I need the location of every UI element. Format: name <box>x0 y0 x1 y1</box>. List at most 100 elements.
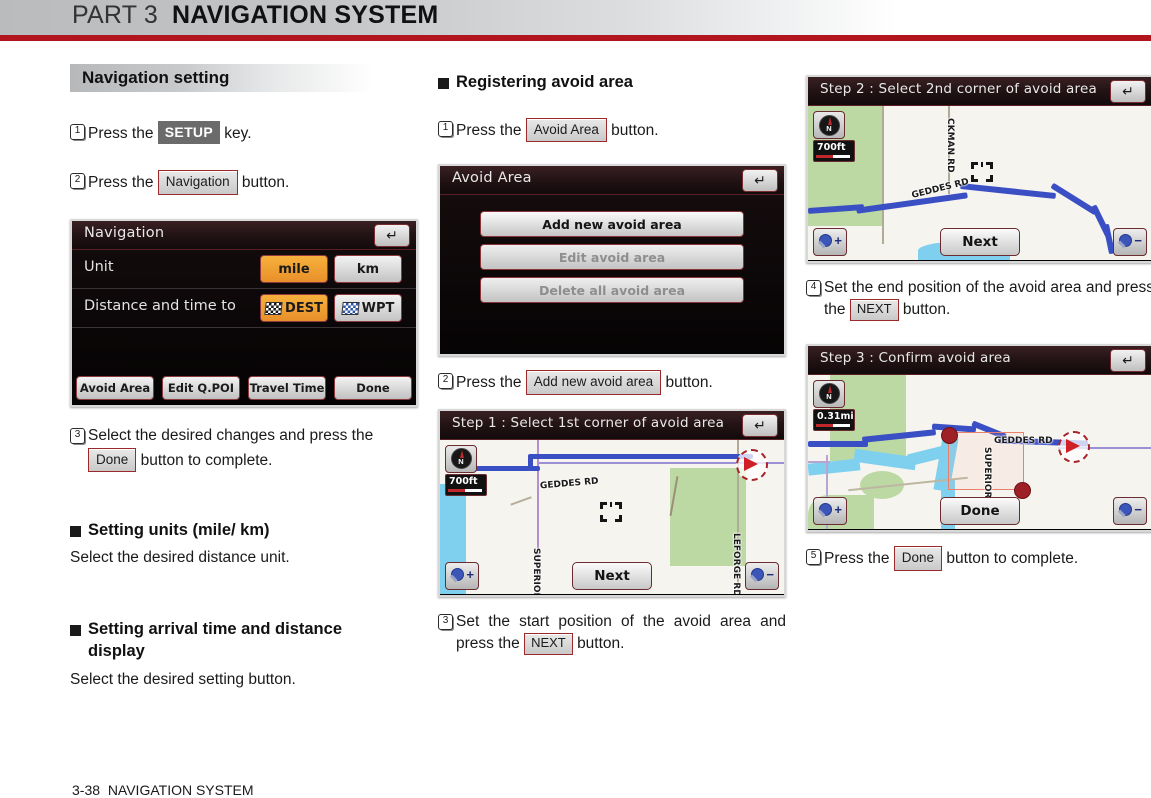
part-number: PART 3 <box>72 1 158 29</box>
step-text: Press the Navigation button. <box>88 170 420 196</box>
edit-qpoi-button[interactable]: Edit Q.POI <box>162 376 240 401</box>
navigation-button-chip[interactable]: Navigation <box>157 170 238 196</box>
back-arrow-icon[interactable]: ↵ <box>1110 348 1146 372</box>
zoom-out-icon[interactable]: − <box>745 561 779 590</box>
left-step-2: 2 Press the Navigation button. <box>70 170 420 196</box>
back-arrow-icon[interactable]: ↵ <box>742 413 778 437</box>
part-title: NAVIGATION SYSTEM <box>171 1 439 29</box>
unit-option-km[interactable]: km <box>334 255 402 284</box>
scale-value: 0.31mi <box>817 410 854 422</box>
wpt-option[interactable]: WPT <box>334 294 402 323</box>
vehicle-position-icon <box>1058 430 1090 463</box>
vehicle-position-icon <box>736 448 768 481</box>
dest-option[interactable]: DEST <box>260 294 328 323</box>
step-text-pre: Press the <box>456 121 522 139</box>
add-new-avoid-area-chip[interactable]: Add new avoid area <box>525 370 662 395</box>
compass-label: N <box>826 123 832 133</box>
middle-step-1: 1 Press the Avoid Area button. <box>438 117 790 143</box>
back-arrow-icon[interactable]: ↵ <box>742 169 778 193</box>
wpt-label: WPT <box>361 300 395 316</box>
add-new-avoid-area-button[interactable]: Add new avoid area <box>480 211 744 238</box>
unit-option-mile[interactable]: mile <box>260 255 328 284</box>
minor-road <box>882 106 884 244</box>
route-line <box>1050 182 1098 216</box>
text-setting-arrival: Select the desired setting button. <box>70 670 296 688</box>
step-text-post: button. <box>902 301 951 319</box>
done-button-chip[interactable]: Done <box>88 447 137 473</box>
next-button-chip[interactable]: NEXT <box>849 299 899 322</box>
device-title-bar: Step 3 : Confirm avoid area ↵ <box>808 345 1151 375</box>
device-title-bar: Navigation ↵ <box>72 221 416 251</box>
step-text: Press the Avoid Area button. <box>456 117 790 143</box>
middle-column: Registering avoid area 1 Press the Avoid… <box>438 64 790 656</box>
map-canvas[interactable]: GEDDES RD SUPERIOR RD LEFORGE RD N 700ft… <box>440 439 784 594</box>
zoom-in-icon[interactable]: + <box>813 228 847 256</box>
travel-time-button[interactable]: Travel Time <box>248 376 326 401</box>
zoom-in-icon[interactable]: + <box>445 561 479 590</box>
right-column: Step 2 : Select 2nd corner of avoid area… <box>806 11 1151 571</box>
device-screen: Unit mile km Distance and time to DEST W… <box>72 250 416 405</box>
checkered-flag-icon <box>264 301 283 315</box>
step-text-post: button. <box>611 121 659 139</box>
device-title: Avoid Area <box>452 170 532 187</box>
checkered-flag-blue-icon <box>340 301 360 315</box>
step-text: Press the Done button to complete. <box>824 545 1151 571</box>
road-label-leforge: LEFORGE RD <box>731 532 741 594</box>
back-arrow-icon[interactable]: ↵ <box>374 224 410 248</box>
heading-setting-arrival: Setting arrival time and distance displa… <box>70 619 400 663</box>
done-button-chip[interactable]: Done <box>893 545 943 571</box>
map-canvas[interactable]: CKMAN RD GEDDES RD N 700ft + − Next <box>808 106 1151 260</box>
route-line <box>470 465 530 471</box>
step-text: Press the SETUP key. <box>88 121 420 145</box>
heading-text: Registering avoid area <box>456 73 633 91</box>
step2-map-screenshot: Step 2 : Select 2nd corner of avoid area… <box>806 75 1151 263</box>
zoom-in-icon[interactable]: + <box>813 496 847 525</box>
step-text: Set the end position of the avoid area a… <box>824 277 1151 322</box>
compass-icon[interactable]: N <box>813 111 845 139</box>
map-canvas[interactable]: GEDDES RD SUPERIOR RD N 0.31mi + − Done <box>808 374 1151 529</box>
delete-all-avoid-area-button: Delete all avoid area <box>480 277 744 304</box>
device-title-bar: Avoid Area ↵ <box>440 166 784 196</box>
footer: 3-38 NAVIGATION SYSTEM <box>72 782 254 798</box>
section-banner-label: Navigation setting <box>82 68 230 87</box>
done-button[interactable]: Done <box>334 376 412 401</box>
map-scale-indicator: 700ft <box>813 140 855 162</box>
heading-registering-avoid-area: Registering avoid area <box>438 72 790 94</box>
step-number: 1 <box>438 120 453 137</box>
heading-setting-units: Setting units (mile/ km) <box>70 520 420 542</box>
back-arrow-icon[interactable]: ↵ <box>1110 80 1146 103</box>
map-scale-indicator: 0.31mi <box>813 408 855 431</box>
map-scale-indicator: 700ft <box>445 473 487 496</box>
step-text-post: button. <box>241 174 290 192</box>
setup-key[interactable]: SETUP <box>157 121 220 145</box>
step-text-post: button to complete. <box>140 451 273 469</box>
zoom-out-icon[interactable]: − <box>1113 228 1147 256</box>
heading-text: Setting arrival time and distance displa… <box>88 620 342 661</box>
step-number: 2 <box>438 373 453 390</box>
map-cursor-icon <box>971 162 993 182</box>
done-button[interactable]: Done <box>940 496 1020 525</box>
avoid-corner-pin-start <box>941 426 958 444</box>
step-text-pre: Press the <box>824 549 890 567</box>
avoid-area-button[interactable]: Avoid Area <box>76 376 154 401</box>
left-step-1: 1 Press the SETUP key. <box>70 121 420 145</box>
minor-road <box>510 496 532 506</box>
step-number: 1 <box>70 124 85 140</box>
zoom-out-icon[interactable]: − <box>1113 496 1147 525</box>
compass-icon[interactable]: N <box>445 444 477 473</box>
device-title: Navigation <box>84 225 165 242</box>
bullet-square-icon <box>70 526 81 538</box>
route-line <box>808 440 868 447</box>
next-button[interactable]: Next <box>572 561 652 590</box>
next-button[interactable]: Next <box>940 228 1020 256</box>
device-title-bar: Step 2 : Select 2nd corner of avoid area… <box>808 77 1151 106</box>
bullet-square-icon <box>70 625 81 637</box>
road-label-geddes: GEDDES RD <box>994 435 1053 446</box>
compass-icon[interactable]: N <box>813 379 845 408</box>
bullet-square-icon <box>438 78 449 89</box>
device-title: Step 3 : Confirm avoid area <box>820 349 1011 366</box>
next-button-chip[interactable]: NEXT <box>524 633 573 656</box>
scale-value: 700ft <box>817 142 846 153</box>
avoid-area-button-chip[interactable]: Avoid Area <box>525 117 607 143</box>
page-header-title: PART 3 NAVIGATION SYSTEM <box>72 1 438 30</box>
